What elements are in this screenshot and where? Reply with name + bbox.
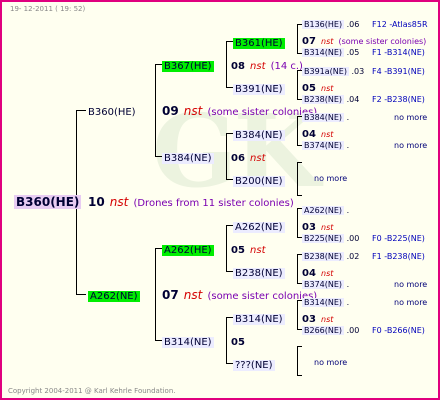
code-b238b: F1 -B238(NE) xyxy=(372,252,425,261)
connector xyxy=(226,41,227,87)
node-b238a[interactable]: B238(NE) .04 xyxy=(302,93,359,106)
node-b384[interactable]: B384(NE) xyxy=(162,149,214,164)
node-b136[interactable]: B136(HE) .06 xyxy=(302,18,359,31)
node-b314b[interactable]: B314(NE) xyxy=(233,310,285,325)
connector xyxy=(226,179,233,180)
gen-b384: 06 nst xyxy=(231,153,266,164)
node-b314c[interactable]: B314(NE) . xyxy=(302,296,349,309)
gen-b314b: 03 nst xyxy=(302,314,334,325)
node-a262c[interactable]: A262(NE) xyxy=(233,218,285,233)
connector xyxy=(226,317,227,363)
root-node[interactable]: B360(HE) xyxy=(14,194,82,209)
gen-a262-he: 05 nst xyxy=(231,245,266,256)
connector xyxy=(76,294,86,295)
connector xyxy=(155,248,156,340)
node-b374a[interactable]: B374(NE) . xyxy=(302,139,349,152)
connector xyxy=(226,41,233,42)
gen-b238: 04 nst xyxy=(302,268,334,279)
node-b367[interactable]: B367(HE) xyxy=(162,57,214,72)
no-more-b374b: no more xyxy=(394,280,428,289)
node-a262d[interactable]: A262(NE) . xyxy=(302,204,349,217)
code-b266: F0 -B266(NE) xyxy=(372,326,425,335)
code-b314a: F1 -B314(NE) xyxy=(372,48,425,57)
connector xyxy=(226,317,233,318)
gen-a262: 07 nst (some sister colonies) xyxy=(162,288,318,303)
connector xyxy=(155,248,162,249)
connector xyxy=(226,271,233,272)
no-more-b374a: no more xyxy=(394,141,428,150)
node-b361[interactable]: B361(HE) xyxy=(233,34,285,49)
node-b384c[interactable]: B384(NE) . xyxy=(302,111,349,124)
bracket xyxy=(297,346,302,376)
node-b314[interactable]: B314(NE) xyxy=(162,333,214,348)
connector xyxy=(155,156,162,157)
node-a262-he[interactable]: A262(HE) xyxy=(162,241,214,256)
code-b391a: F4 -B391(NE) xyxy=(372,67,425,76)
gen-b314: 05 xyxy=(231,337,245,348)
root-generation: 10 nst (Drones from 11 sister colonies) xyxy=(88,195,294,210)
gen-a262c: 03 nst xyxy=(302,222,334,233)
connector xyxy=(226,225,227,271)
connector xyxy=(226,363,233,364)
no-more-b314c: no more xyxy=(394,298,428,307)
connector xyxy=(155,64,162,65)
node-b200[interactable]: B200(NE) xyxy=(233,172,285,187)
gen-b367: 08 nst (14 c.) xyxy=(231,61,303,72)
connector xyxy=(226,133,227,179)
timestamp: 19- 12-2011 ( 19: 52) xyxy=(10,5,86,13)
node-b391a[interactable]: B391a(NE) .03 xyxy=(302,65,364,78)
copyright: Copyright 2004-2011 @ Karl Kehrle Founda… xyxy=(8,387,176,395)
code-b136: F12 -Atlas85R xyxy=(372,20,428,29)
pedigree-frame: GK 19- 12-2011 ( 19: 52) B360(HE) 10 nst… xyxy=(0,0,440,400)
node-b314a[interactable]: B314(NE) .05 xyxy=(302,46,359,59)
bracket xyxy=(297,162,302,196)
node-unknown[interactable]: ???(NE) xyxy=(233,356,275,371)
connector xyxy=(226,225,233,226)
root-id: B360(HE) xyxy=(14,195,82,209)
no-more-b384c: no more xyxy=(394,113,428,122)
node-a262[interactable]: A262(NE) xyxy=(88,287,140,302)
node-b360[interactable]: B360(HE) xyxy=(88,103,136,118)
node-b384b[interactable]: B384(NE) xyxy=(233,126,285,141)
connector xyxy=(226,87,233,88)
node-b225[interactable]: B225(NE) .00 xyxy=(302,232,359,245)
gen-b391: 05 nst xyxy=(302,83,334,94)
connector xyxy=(76,110,86,111)
code-b225: F0 -B225(NE) xyxy=(372,234,425,243)
node-b374b[interactable]: B374(NE) . xyxy=(302,278,349,291)
code-b238a: F2 -B238(NE) xyxy=(372,95,425,104)
gen-b384b: 04 nst xyxy=(302,129,334,140)
node-b266[interactable]: B266(NE) .00 xyxy=(302,324,359,337)
no-more-unknown: no more xyxy=(314,358,348,367)
gen-b361: 07 nst (some sister colonies) xyxy=(302,36,427,47)
connector xyxy=(226,133,233,134)
connector xyxy=(155,64,156,156)
node-b391[interactable]: B391(NE) xyxy=(233,80,285,95)
no-more-b200: no more xyxy=(314,174,348,183)
node-b238b[interactable]: B238(NE) .02 xyxy=(302,250,359,263)
connector xyxy=(155,340,162,341)
node-b238[interactable]: B238(NE) xyxy=(233,264,285,279)
gen-b360: 09 nst (some sister colonies) xyxy=(162,104,318,119)
